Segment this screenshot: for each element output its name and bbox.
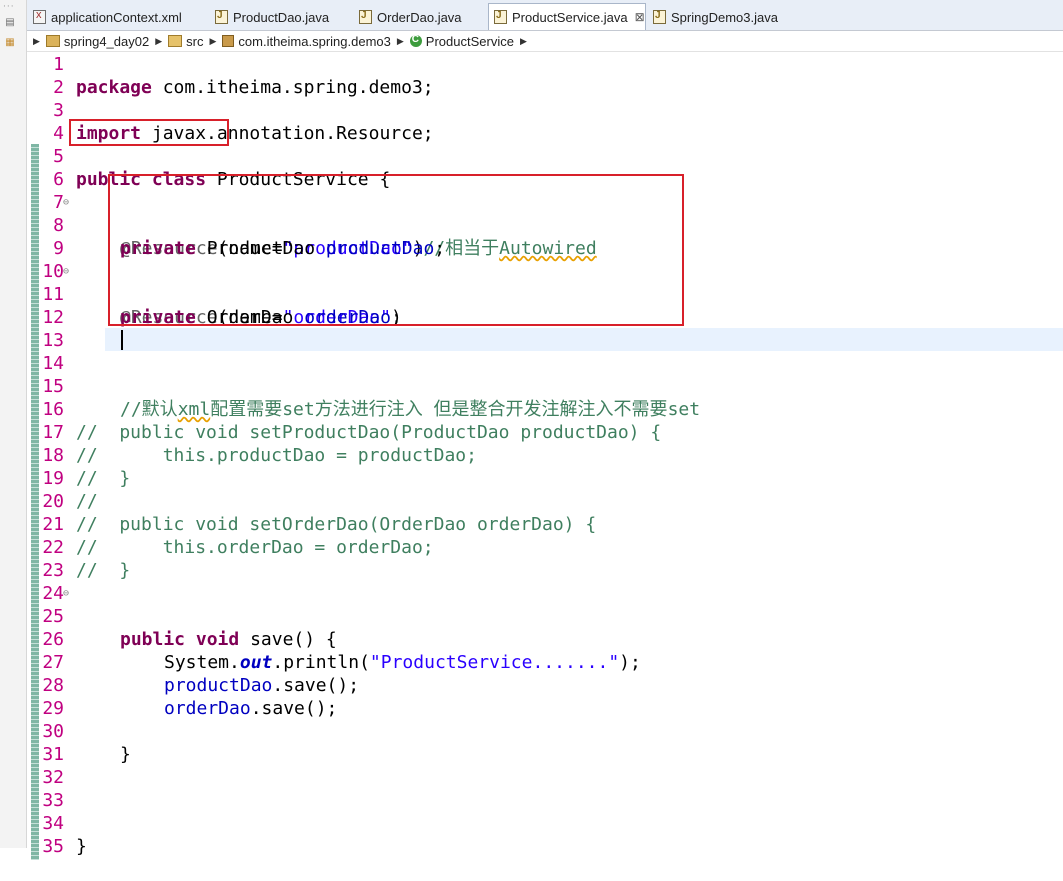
java-file-icon [653,10,666,24]
chevron-right-icon[interactable]: ▶ [33,36,40,47]
comment: //默认 [120,399,178,420]
tab-label: ProductService.java [512,9,628,25]
keyword: package [76,77,152,98]
java-file-icon [359,10,372,24]
highlight-box-removed-import [69,119,229,146]
comment: // [76,491,98,512]
fold-toggle-icon[interactable]: ⊖ [63,582,69,605]
tab-productdao-java[interactable]: ProductDao.java [215,4,329,30]
code-line-21: // this.orderDao = orderDao; [27,513,434,558]
project-folder-icon [45,35,60,47]
code-line-19: // [27,467,98,512]
comment: 方法进行注入 但是整合开发注解注入不需要 [314,399,668,420]
code-line-24: ⊖ public void save() { [27,582,337,650]
code-text: } [76,836,87,857]
code-editor[interactable]: 1 2 3 4 5 6 7 8 9 10 11 12 13 14 15 16 17 18 19 20 21 22 23 24 2… [27,52,1063,860]
static-field: out [239,652,273,673]
tab-label: applicationContext.xml [51,9,182,25]
text-cursor [121,330,123,350]
comment: xml [177,399,211,420]
tab-label: SpringDemo3.java [671,9,778,25]
code-text: com.itheima.spring.demo3; [151,77,434,98]
tab-orderdao-java[interactable]: OrderDao.java [359,4,462,30]
left-trim-bar: ··· ▤ ▦ [0,0,27,848]
breadcrumb-class-label: ProductService [425,33,514,49]
tab-springdemo3-java[interactable]: SpringDemo3.java [653,4,778,30]
code-line-28: orderDao.save(); [27,674,337,719]
code-line-18: // } [27,444,130,489]
line-number-text: 33 [42,790,64,811]
field: orderDao [164,698,251,719]
breadcrumb-project-label: spring4_day02 [63,33,150,49]
highlight-box-resource-fields [108,174,684,326]
comment: set [282,399,315,420]
comment: // public void setProductDao(ProductDao … [76,422,662,443]
code-line-10: ⊖ @Resource(name="orderDao") [27,260,402,328]
breadcrumb-project[interactable]: spring4_day02 [45,33,150,49]
comment: // } [76,560,131,581]
code-text: .println( [272,652,370,673]
keyword: public [120,629,186,650]
source-folder-icon [168,35,183,47]
code-line-22: // } [27,536,130,581]
comment: 配置需要 [210,399,283,420]
code-line-27: productDao.save(); [27,651,359,696]
close-tab-icon[interactable]: ⊠ [635,10,645,24]
code-line-11: private OrderDao orderDao; [27,283,402,328]
code-line-26: System.out.println("ProductService......… [27,628,641,673]
tab-applicationcontext-xml[interactable]: applicationContext.xml [33,4,182,30]
class-icon [409,34,422,47]
tab-productservice-java[interactable]: ProductService.java ⊠ [488,3,646,30]
current-line-highlight [105,328,1063,351]
code-line-30: } [27,720,131,765]
trim-dots: ··· [3,2,15,12]
java-file-icon [215,10,228,24]
chevron-right-icon[interactable]: ▶ [155,36,162,47]
breadcrumb-class[interactable]: ProductService [409,33,514,49]
code-text: save() { [239,629,337,650]
package-explorer-icon[interactable]: ▦ [4,37,16,49]
restore-icon[interactable]: ▤ [4,17,16,29]
breadcrumb-src-label: src [186,33,204,49]
keyword: void [195,629,240,650]
comment: // this.orderDao = orderDao; [76,537,434,558]
code-line-3: import javax.annotation.Resource; [27,99,434,144]
chevron-right-icon[interactable]: ▶ [209,36,216,47]
code-line-16: // public void setProductDao(ProductDao … [27,398,661,443]
code-text: .save(); [250,698,338,719]
code-line-17: // this.productDao = productDao; [27,421,477,466]
code-line-8: private ProductDao productDao; [27,214,445,259]
fold-toggle-icon[interactable]: ⊖ [63,260,69,283]
code-line-34: } [27,812,87,857]
code-line-20: // public void setOrderDao(OrderDao orde… [27,490,596,535]
breadcrumb-package-label: com.itheima.spring.demo3 [238,33,391,49]
comment: // public void setOrderDao(OrderDao orde… [76,514,597,535]
breadcrumb-src[interactable]: src [168,34,203,49]
breadcrumb-package[interactable]: com.itheima.spring.demo3 [222,33,391,49]
code-text: .save(); [272,675,360,696]
code-text: System. [164,652,240,673]
code-line-5: public class ProductService { [27,145,390,190]
code-text: ); [619,652,641,673]
xml-file-icon [33,9,46,24]
package-icon [222,35,235,47]
comment: set [667,399,701,420]
code-text: } [120,744,131,765]
chevron-right-icon[interactable]: ▶ [397,36,404,47]
field: productDao [164,675,273,696]
chevron-right-icon[interactable]: ▶ [520,36,527,47]
code-line-7: ⊖ @Resource(name="productDao")//相当于Autow… [27,191,597,259]
java-file-icon [494,10,507,24]
tab-label: OrderDao.java [377,9,462,25]
editor-tab-bar: applicationContext.xml ProductDao.java O… [27,0,1063,31]
comment: // } [76,468,131,489]
tab-label: ProductDao.java [233,9,330,25]
breadcrumb: ▶ spring4_day02 ▶ src ▶ com.itheima.spri… [27,31,1063,52]
code-line-1: package com.itheima.spring.demo3; [27,53,434,98]
comment: // this.productDao = productDao; [76,445,477,466]
code-line-15: //默认xml配置需要set方法进行注入 但是整合开发注解注入不需要set [27,375,700,420]
string-literal: "ProductService......." [369,652,620,673]
fold-toggle-icon[interactable]: ⊖ [63,191,69,214]
line-number-text: 14 [42,353,64,374]
